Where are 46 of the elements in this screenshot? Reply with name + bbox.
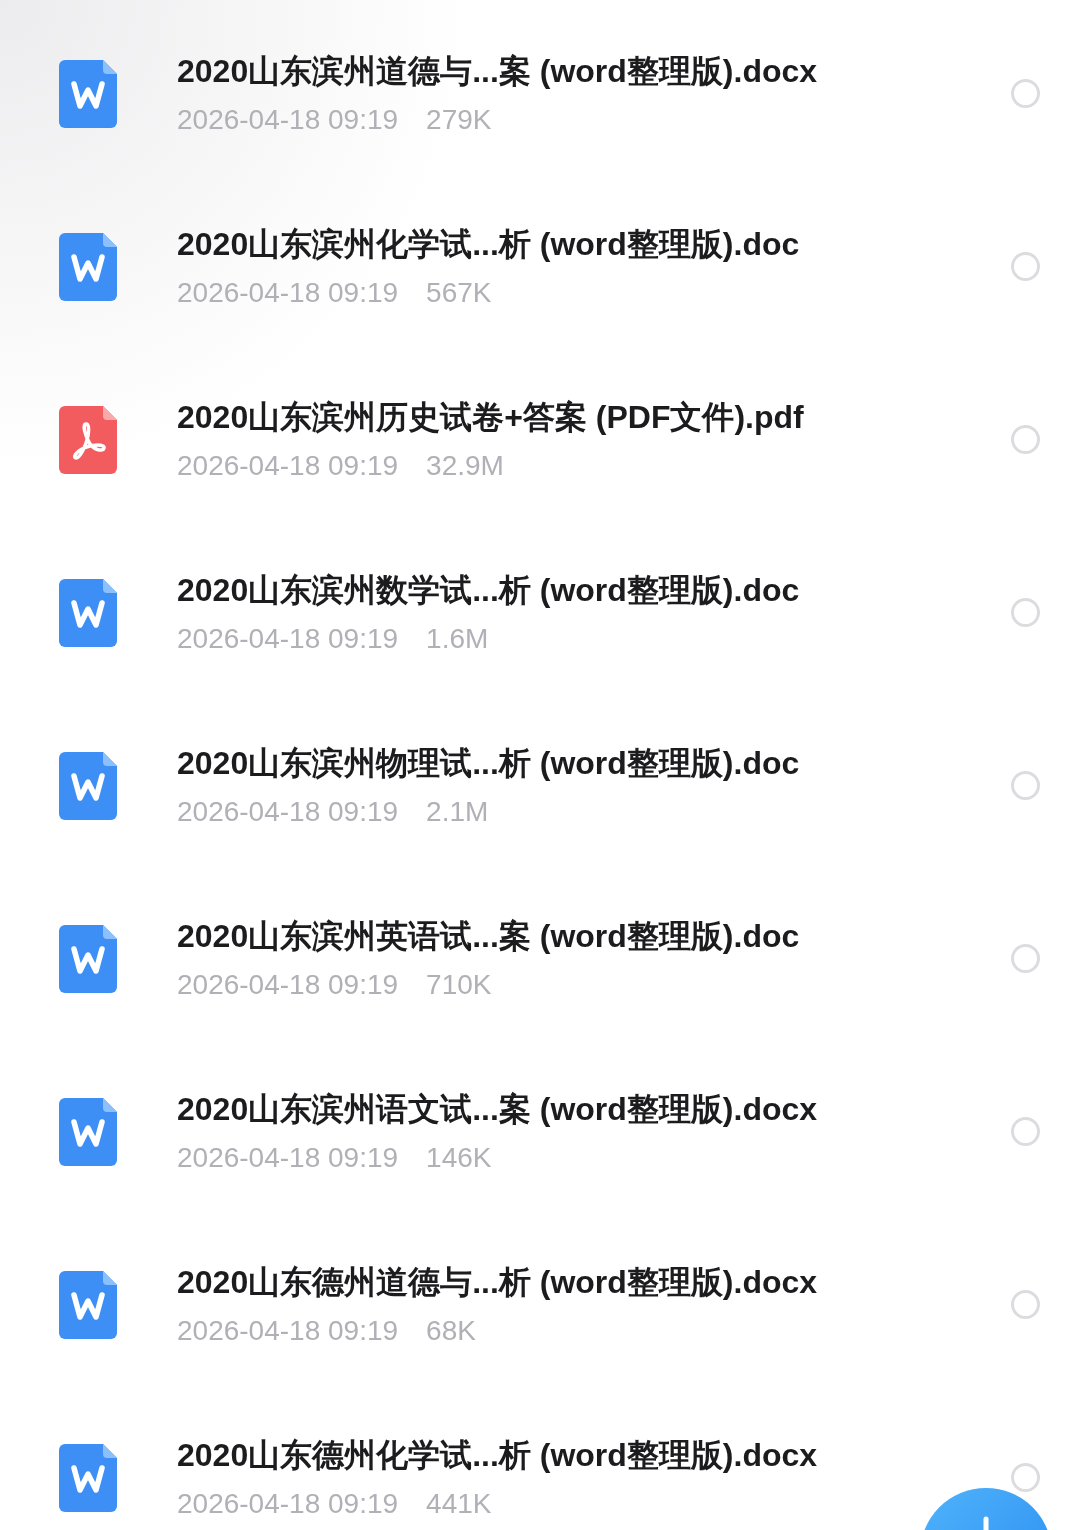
file-size: 68K [426, 1313, 476, 1348]
modified-date: 2026-04-18 09:19 [177, 1140, 399, 1175]
word-document-icon [59, 578, 117, 647]
file-size: 146K [426, 1140, 492, 1175]
select-radio[interactable] [1011, 944, 1040, 973]
file-name: 2020山东滨州语文试...案 (word整理版).docx [177, 1089, 819, 1129]
word-document-icon [59, 751, 117, 820]
select-radio[interactable] [1011, 252, 1040, 281]
modified-date: 2026-04-18 09:19 [177, 1313, 399, 1348]
word-document-icon [59, 1270, 117, 1339]
file-size: 441K [426, 1486, 492, 1521]
word-document-icon [59, 1097, 117, 1166]
modified-date: 2026-04-18 09:19 [177, 1486, 399, 1521]
modified-date: 2026-04-18 09:19 [177, 102, 399, 137]
file-name: 2020山东滨州历史试卷+答案 (PDF文件).pdf [177, 397, 805, 437]
file-name: 2020山东德州化学试...析 (word整理版).docx [177, 1435, 819, 1475]
file-size: 567K [426, 275, 492, 310]
word-document-icon [59, 1443, 117, 1512]
select-radio[interactable] [1011, 598, 1040, 627]
modified-date: 2026-04-18 09:19 [177, 794, 399, 829]
select-radio[interactable] [1011, 79, 1040, 108]
select-radio[interactable] [1011, 425, 1040, 454]
modified-date: 2026-04-18 09:19 [177, 967, 399, 1002]
select-radio[interactable] [1011, 1290, 1040, 1319]
file-size: 710K [426, 967, 492, 1002]
file-name: 2020山东德州道德与...析 (word整理版).docx [177, 1262, 819, 1302]
select-radio[interactable] [1011, 1117, 1040, 1146]
word-document-icon [59, 59, 117, 128]
file-name: 2020山东滨州道德与...案 (word整理版).docx [177, 51, 819, 91]
modified-date: 2026-04-18 09:19 [177, 275, 399, 310]
file-size: 279K [426, 102, 492, 137]
file-name: 2020山东滨州物理试...析 (word整理版).doc [177, 743, 801, 783]
select-radio[interactable] [1011, 771, 1040, 800]
select-radio[interactable] [1011, 1463, 1040, 1492]
file-name: 2020山东滨州数学试...析 (word整理版).doc [177, 570, 801, 610]
file-size: 1.6M [426, 621, 489, 656]
modified-date: 2026-04-18 09:19 [177, 621, 399, 656]
word-document-icon [59, 924, 117, 993]
file-name: 2020山东滨州化学试...析 (word整理版).doc [177, 224, 801, 264]
pdf-document-icon [59, 405, 117, 474]
file-size: 2.1M [426, 794, 489, 829]
file-name: 2020山东滨州英语试...案 (word整理版).doc [177, 916, 801, 956]
file-size: 32.9M [426, 448, 504, 483]
modified-date: 2026-04-18 09:19 [177, 448, 399, 483]
word-document-icon [59, 232, 117, 301]
plus-icon [983, 1516, 989, 1530]
